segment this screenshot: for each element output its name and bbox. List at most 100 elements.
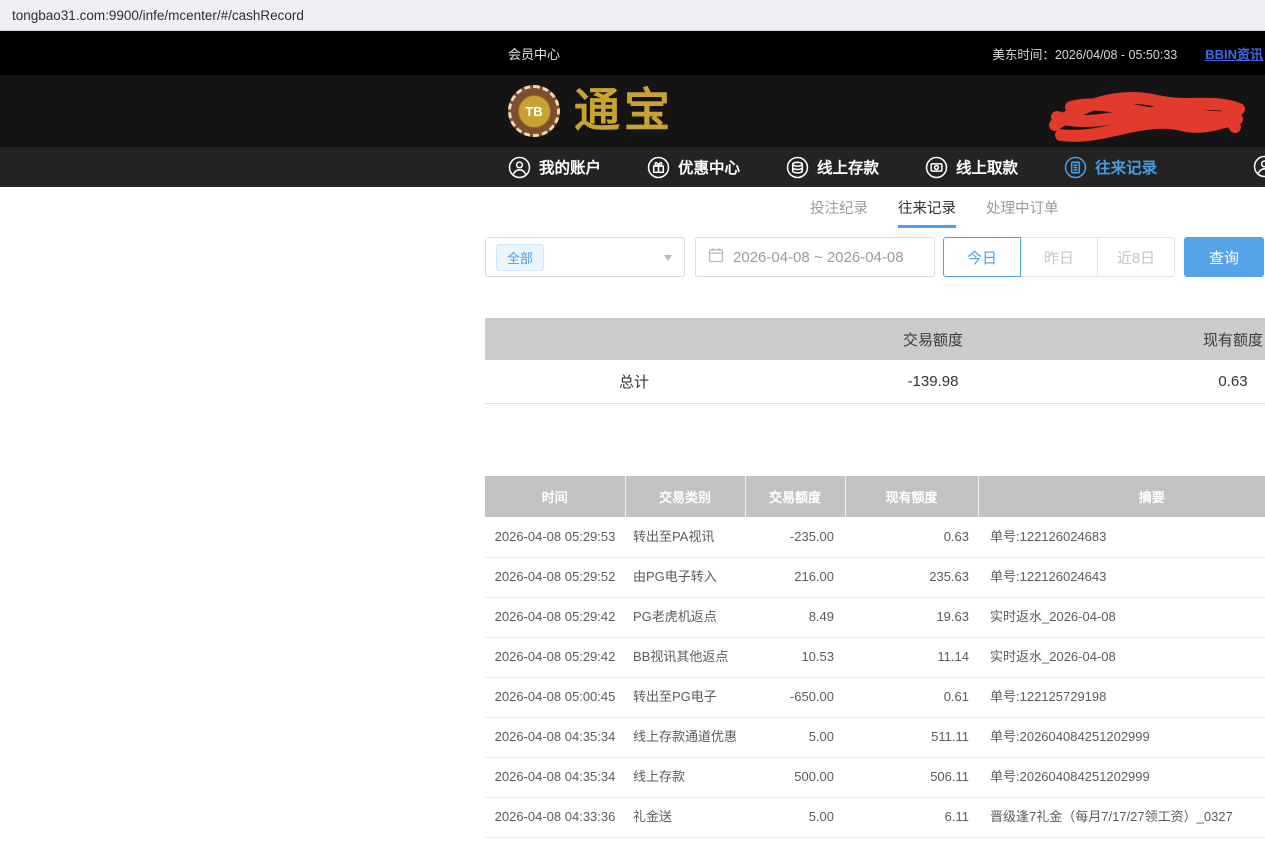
summary-total-row: 总计 -139.98 0.63 xyxy=(485,360,1265,403)
col-header-transaction-amount: 交易额度 xyxy=(745,476,845,517)
table-cell: 单号:202604084251202999 xyxy=(978,757,1265,797)
nav-label: 往来记录 xyxy=(1095,156,1157,178)
table-cell: 2026-04-08 05:29:42 xyxy=(485,597,625,637)
table-row: 2026-04-08 05:29:42PG老虎机返点8.4919.63实时返水_… xyxy=(485,597,1265,637)
summary-header-row: 交易额度 现有额度 xyxy=(485,318,1265,360)
col-header-type: 交易类别 xyxy=(625,476,745,517)
table-row: 2026-04-08 05:00:45转出至PG电子-650.000.61单号:… xyxy=(485,677,1265,717)
table-cell: 8.49 xyxy=(745,597,845,637)
table-cell: 2026-04-08 04:33:36 xyxy=(485,797,625,837)
summary-total-label: 总计 xyxy=(485,360,783,403)
category-select[interactable]: 全部 xyxy=(485,237,685,277)
table-cell: 5.00 xyxy=(745,717,845,757)
table-cell: 由PG电子转入 xyxy=(625,557,745,597)
table-row: 2026-04-08 05:29:53转出至PA视讯-235.000.63单号:… xyxy=(485,517,1265,557)
table-row: 2026-04-08 05:29:52由PG电子转入216.00235.63单号… xyxy=(485,557,1265,597)
table-cell: 0.61 xyxy=(845,677,978,717)
col-header-time: 时间 xyxy=(485,476,625,517)
table-cell: 506.11 xyxy=(845,757,978,797)
table-cell: 2026-04-08 05:29:42 xyxy=(485,637,625,677)
table-cell: 实时返水_2026-04-08 xyxy=(978,597,1265,637)
table-cell: 216.00 xyxy=(745,557,845,597)
summary-total-balance: 0.63 xyxy=(1083,360,1265,403)
col-header-balance: 现有额度 xyxy=(845,476,978,517)
top-strip-right: 美东时间：2026/04/08 - 05:50:33 BBIN资讯 xyxy=(992,44,1265,63)
date-range-picker[interactable]: 2026-04-08 ~ 2026-04-08 xyxy=(695,237,935,277)
calendar-icon xyxy=(708,247,724,268)
col-header-summary: 摘要 xyxy=(978,476,1265,517)
nav-item-my-account[interactable]: 我的账户 xyxy=(508,156,601,179)
subnav-item-transaction-records[interactable]: 往来记录 xyxy=(898,187,956,228)
summary-header-empty xyxy=(485,318,783,360)
table-cell: 235.63 xyxy=(845,557,978,597)
table-cell: 单号:122125729198 xyxy=(978,677,1265,717)
bbin-news-link[interactable]: BBIN资讯 xyxy=(1205,44,1263,63)
today-button[interactable]: 今日 xyxy=(943,237,1021,277)
table-cell: 0.63 xyxy=(845,517,978,557)
brand-logo[interactable]: TB 通宝 xyxy=(508,85,674,137)
user-icon xyxy=(508,156,531,179)
browser-url-bar[interactable]: tongbao31.com:9900/infe/mcenter/#/cashRe… xyxy=(0,0,1265,31)
table-cell: -235.00 xyxy=(745,517,845,557)
top-strip: 会员中心 美东时间：2026/04/08 - 05:50:33 BBIN资讯 xyxy=(0,31,1265,75)
header-band: TB 通宝 xyxy=(0,75,1265,147)
transactions-table: 时间 交易类别 交易额度 现有额度 摘要 2026-04-08 05:29:53… xyxy=(485,476,1265,838)
nav-item-online-withdraw[interactable]: 线上取款 xyxy=(925,156,1018,179)
nav-item-transaction-records[interactable]: 往来记录 xyxy=(1064,156,1157,179)
table-cell: 礼金送 xyxy=(625,797,745,837)
nav-label: 线上取款 xyxy=(956,156,1018,178)
table-cell: 单号:202604084251202999 xyxy=(978,717,1265,757)
tb-chip-icon: TB xyxy=(508,85,560,137)
table-cell: -650.00 xyxy=(745,677,845,717)
page: tongbao31.com:9900/infe/mcenter/#/cashRe… xyxy=(0,0,1265,843)
brand-name: 通宝 xyxy=(574,88,674,134)
table-cell: 6.11 xyxy=(845,797,978,837)
table-cell: BB视讯其他返点 xyxy=(625,637,745,677)
subnav-label: 投注纪录 xyxy=(810,197,868,218)
summary-total-transaction: -139.98 xyxy=(783,360,1083,403)
table-cell: 转出至PA视讯 xyxy=(625,517,745,557)
table-cell: 转出至PG电子 xyxy=(625,677,745,717)
transactions-header-row: 时间 交易类别 交易额度 现有额度 摘要 xyxy=(485,476,1265,517)
table-cell: 线上存款 xyxy=(625,757,745,797)
table-row: 2026-04-08 04:35:34线上存款通道优惠5.00511.11单号:… xyxy=(485,717,1265,757)
table-cell: 10.53 xyxy=(745,637,845,677)
table-cell: 单号:122126024683 xyxy=(978,517,1265,557)
chevron-down-icon xyxy=(664,255,672,261)
table-cell: 5.00 xyxy=(745,797,845,837)
main-nav: 我的账户 优惠中心 线上存款 xyxy=(0,147,1265,187)
url-text: tongbao31.com:9900/infe/mcenter/#/cashRe… xyxy=(12,8,304,23)
us-east-time: 美东时间：2026/04/08 - 05:50:33 xyxy=(992,44,1177,63)
table-cell: 511.11 xyxy=(845,717,978,757)
table-cell: 2026-04-08 05:29:52 xyxy=(485,557,625,597)
subnav-label: 处理中订单 xyxy=(986,197,1059,218)
nav-item-promotions[interactable]: 优惠中心 xyxy=(647,156,740,179)
table-cell: 11.14 xyxy=(845,637,978,677)
subnav-item-pending-orders[interactable]: 处理中订单 xyxy=(986,187,1059,228)
yesterday-button[interactable]: 昨日 xyxy=(1020,237,1098,277)
filter-bar: 全部 2026-04-08 ~ 2026-04-08 今日 昨日 近8日 查询 xyxy=(485,237,1264,277)
table-cell: 19.63 xyxy=(845,597,978,637)
date-range-value: 2026-04-08 ~ 2026-04-08 xyxy=(733,249,904,266)
subnav-item-bet-records[interactable]: 投注纪录 xyxy=(810,187,868,228)
coins-icon xyxy=(786,156,809,179)
selected-category-tag: 全部 xyxy=(496,244,544,271)
table-cell: 2026-04-08 04:35:34 xyxy=(485,717,625,757)
member-center-link[interactable]: 会员中心 xyxy=(508,44,560,63)
last-8-days-button[interactable]: 近8日 xyxy=(1097,237,1175,277)
subnav-label: 往来记录 xyxy=(898,197,956,218)
search-button[interactable]: 查询 xyxy=(1184,237,1264,277)
table-row: 2026-04-08 04:33:36礼金送5.006.11晋级逢7礼金（每月7… xyxy=(485,797,1265,837)
table-cell: PG老虎机返点 xyxy=(625,597,745,637)
redacted-scribble-icon xyxy=(1047,87,1247,145)
table-cell: 500.00 xyxy=(745,757,845,797)
nav-label: 我的账户 xyxy=(539,156,601,178)
table-cell: 单号:122126024643 xyxy=(978,557,1265,597)
table-cell: 2026-04-08 05:00:45 xyxy=(485,677,625,717)
table-cell: 2026-04-08 05:29:53 xyxy=(485,517,625,557)
nav-item-partial-icon[interactable] xyxy=(1253,155,1265,183)
nav-item-online-deposit[interactable]: 线上存款 xyxy=(786,156,879,179)
summary-header-transaction: 交易额度 xyxy=(783,318,1083,360)
table-row: 2026-04-08 05:29:42BB视讯其他返点10.5311.14实时返… xyxy=(485,637,1265,677)
table-cell: 2026-04-08 04:35:34 xyxy=(485,757,625,797)
